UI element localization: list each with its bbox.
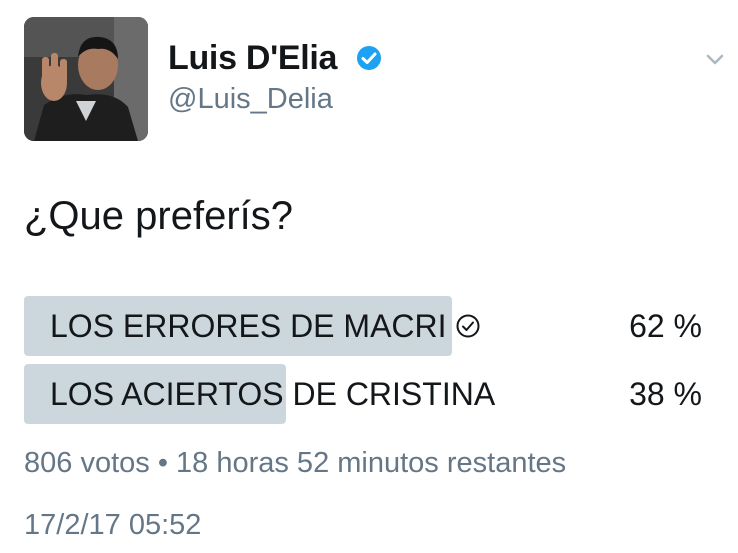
- poll-option-2: LOS ACIERTOS DE CRISTINA 38 %: [24, 364, 714, 424]
- verified-badge-icon: [357, 46, 381, 70]
- chevron-down-icon[interactable]: [703, 50, 727, 68]
- author-name[interactable]: Luis D'Elia: [168, 40, 337, 76]
- timestamp[interactable]: 17/2/17 05:52: [24, 508, 201, 542]
- avatar-photo: [24, 17, 148, 141]
- tweet: Luis D'Elia @Luis_Delia ¿Que preferís? L…: [0, 0, 738, 553]
- poll-option-label: LOS ACIERTOS DE CRISTINA: [50, 376, 496, 412]
- poll-meta: 806 votos • 18 horas 52 minutos restante…: [24, 447, 567, 479]
- poll-option-label: LOS ERRORES DE MACRI: [50, 308, 447, 344]
- poll-option-percent: 38 %: [629, 376, 702, 412]
- avatar[interactable]: [24, 17, 148, 141]
- poll-option-1: LOS ERRORES DE MACRI 62 %: [24, 296, 714, 356]
- tweet-text: ¿Que preferís?: [24, 194, 294, 238]
- poll-option-percent: 62 %: [629, 308, 702, 344]
- author-handle[interactable]: @Luis_Delia: [168, 83, 333, 115]
- check-circle-icon: [456, 314, 480, 338]
